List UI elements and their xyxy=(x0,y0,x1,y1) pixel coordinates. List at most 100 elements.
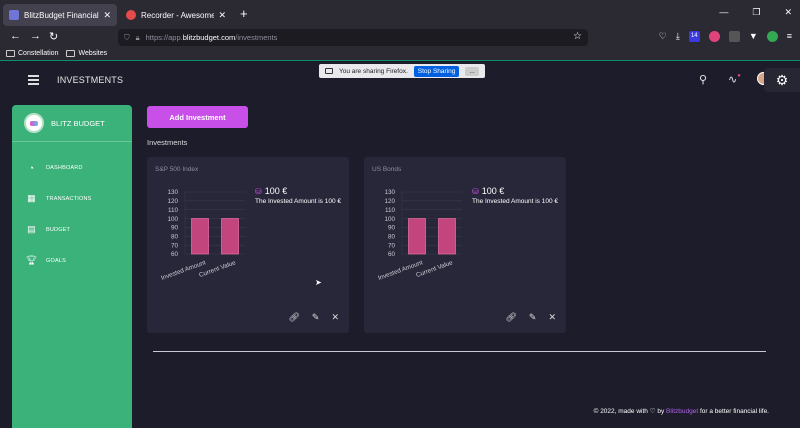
coins-icon: ⛁ xyxy=(255,186,262,196)
shield-icon[interactable]: ⛉ xyxy=(124,33,130,43)
close-window-icon[interactable]: ✕ xyxy=(784,7,792,18)
extension-icon[interactable] xyxy=(708,31,720,42)
minimize-icon[interactable]: — xyxy=(719,7,728,18)
search-icon[interactable]: ⚲ xyxy=(699,73,707,86)
sidebar-item-label: TRANSACTIONS xyxy=(46,195,92,202)
tab-recorder[interactable]: Recorder - Awesome Screensho ✕ xyxy=(120,4,232,26)
bookmark-constellation[interactable]: Constellation xyxy=(6,50,58,57)
pie-chart-icon: ◔ xyxy=(28,162,35,173)
back-icon[interactable]: ← xyxy=(10,30,21,42)
restore-icon[interactable]: ❐ xyxy=(752,7,760,18)
divider xyxy=(153,351,766,352)
new-tab-icon[interactable]: + xyxy=(240,6,248,21)
sidebar-item-goals[interactable]: 🏆︎ GOALS xyxy=(26,255,66,266)
tab-title: BlitzBudget Financial Analyzer xyxy=(24,10,99,20)
card-actions: 🔗︎ ✎ ✕ xyxy=(505,312,556,323)
transactions-icon: ▦ xyxy=(27,193,36,203)
activity-icon[interactable]: ∿● xyxy=(728,73,741,86)
bar xyxy=(221,218,239,255)
share-more-button[interactable]: ... xyxy=(465,66,479,76)
brand[interactable]: BLITZ BUDGET xyxy=(24,113,105,133)
y-tick-label: 100 xyxy=(384,216,395,223)
close-icon[interactable]: ✕ xyxy=(548,312,556,323)
folder-icon xyxy=(66,50,76,57)
y-tick-label: 120 xyxy=(167,198,178,205)
link-icon[interactable]: 🔗︎ xyxy=(288,312,299,323)
forward-icon[interactable]: → xyxy=(30,30,41,42)
app-area: INVESTMENTS You are sharing Firefox. Sto… xyxy=(0,62,800,428)
card-actions: 🔗︎ ✎ ✕ xyxy=(288,312,339,323)
sidebar-item-transactions[interactable]: ▦ TRANSACTIONS xyxy=(26,193,92,204)
tab-title: Recorder - Awesome Screensho xyxy=(141,10,215,20)
investment-chart: 60708090100110120130Invested AmountCurre… xyxy=(377,189,462,282)
add-investment-button[interactable]: Add Investment xyxy=(147,106,248,128)
link-icon[interactable]: 🔗︎ xyxy=(505,312,516,323)
brand-logo-icon xyxy=(24,113,44,133)
y-tick-label: 60 xyxy=(171,251,179,258)
sidebar-item-label: BUDGET xyxy=(46,226,71,233)
y-tick-label: 60 xyxy=(388,251,396,258)
bar xyxy=(191,218,209,255)
sidebar-item-budget[interactable]: ▤ BUDGET xyxy=(26,224,70,235)
divider xyxy=(12,141,132,142)
close-tab-icon[interactable]: ✕ xyxy=(103,10,111,21)
bar xyxy=(408,218,426,255)
extension-icon[interactable] xyxy=(728,31,740,42)
stop-sharing-button[interactable]: Stop Sharing xyxy=(413,65,460,77)
y-tick-label: 110 xyxy=(385,207,396,214)
close-icon[interactable]: ✕ xyxy=(331,312,339,323)
mouse-cursor-icon: ➤ xyxy=(315,278,322,287)
screen-share-notice: You are sharing Firefox. Stop Sharing ..… xyxy=(319,64,485,78)
investment-amount: ⛁ 100 € xyxy=(472,186,504,196)
y-tick-label: 110 xyxy=(168,207,179,214)
sidebar-item-label: GOALS xyxy=(46,257,66,264)
reload-icon[interactable]: ↻ xyxy=(49,30,58,43)
y-tick-label: 90 xyxy=(171,225,179,232)
sidebar: BLITZ BUDGET ◔ DASHBOARD ▦ TRANSACTIONS … xyxy=(12,105,132,428)
url-text: https://app.blitzbudget.com/investments xyxy=(145,33,278,42)
menu-icon[interactable]: ≡ xyxy=(787,31,792,42)
investment-description: The Invested Amount is 100 € xyxy=(472,198,558,205)
brand-name: BLITZ BUDGET xyxy=(51,118,105,128)
extension-v-icon[interactable]: ▼ xyxy=(749,31,758,42)
investment-card: US Bonds 60 70 80 90 100 110 120 130 Invested Am… xyxy=(364,157,566,333)
y-tick-label: 70 xyxy=(388,242,396,249)
window-controls: — ❐ ✕ xyxy=(719,7,792,18)
bookmark-star-icon[interactable]: ☆ xyxy=(573,31,582,42)
recorder-favicon-icon xyxy=(126,10,136,20)
settings-gear-icon[interactable]: ⚙ xyxy=(764,68,800,92)
close-tab-icon[interactable]: ✕ xyxy=(218,10,226,21)
bar xyxy=(438,218,456,255)
lock-icon[interactable]: 🔒︎ xyxy=(136,33,140,43)
edit-icon[interactable]: ✎ xyxy=(529,312,537,323)
bookmark-websites[interactable]: Websites xyxy=(66,50,107,57)
browser-nav-bar: ← → ↻ ⛉ 🔒︎ https://app.blitzbudget.com/i… xyxy=(0,28,800,47)
y-tick-label: 130 xyxy=(167,189,178,196)
bookmarks-bar: Constellation Websites xyxy=(0,47,800,61)
pocket-icon[interactable]: ♡ xyxy=(659,31,667,42)
tab-blitzbudget[interactable]: BlitzBudget Financial Analyzer ✕ xyxy=(3,4,117,26)
coins-icon: ⛁ xyxy=(472,186,479,196)
investment-description: The Invested Amount is 100 € xyxy=(255,198,341,205)
hamburger-menu-icon[interactable] xyxy=(28,75,39,87)
y-tick-label: 70 xyxy=(171,242,179,249)
investment-amount: ⛁ 100 € xyxy=(255,186,287,196)
share-notice-text: You are sharing Firefox. xyxy=(339,67,408,75)
amount-value: 100 € xyxy=(481,186,505,196)
browser-toolbar-icons: ♡ ⤓ 14 ▼ ≡ xyxy=(659,31,792,42)
extension-badge-icon[interactable]: 14 xyxy=(688,31,700,42)
amount-value: 100 € xyxy=(264,186,288,196)
url-bar[interactable]: ⛉ 🔒︎ https://app.blitzbudget.com/investm… xyxy=(118,29,588,46)
camera-icon xyxy=(325,68,333,74)
browser-tab-bar: BlitzBudget Financial Analyzer ✕ Recorde… xyxy=(0,0,800,28)
sidebar-item-dashboard[interactable]: ◔ DASHBOARD xyxy=(26,162,83,173)
extension-icon[interactable] xyxy=(766,31,778,42)
page-title: INVESTMENTS xyxy=(57,75,124,85)
edit-icon[interactable]: ✎ xyxy=(312,312,320,323)
trophy-icon: 🏆︎ xyxy=(25,255,38,265)
footer: © 2022, made with ♡ by Blitzbudget for a… xyxy=(593,408,769,415)
footer-brand-link[interactable]: Blitzbudget xyxy=(666,408,698,415)
y-tick-label: 130 xyxy=(384,189,395,196)
blitzbudget-favicon-icon xyxy=(9,10,19,20)
download-icon[interactable]: ⤓ xyxy=(676,31,680,42)
